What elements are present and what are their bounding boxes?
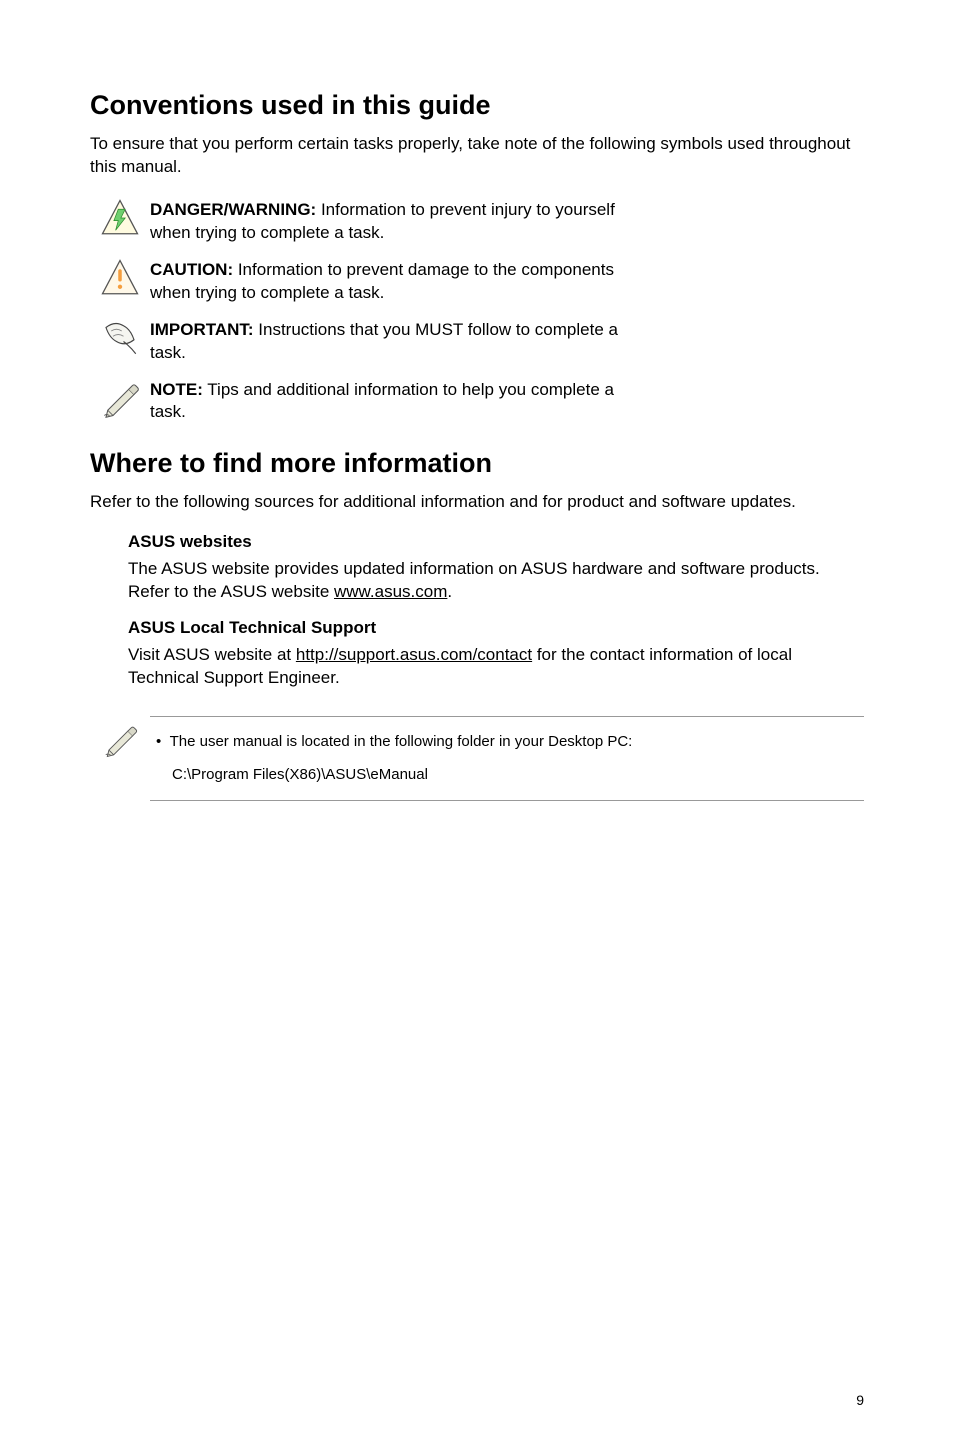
- danger-icon: [90, 197, 150, 239]
- note-desc: Tips and additional information to help …: [150, 380, 614, 422]
- asus-websites-heading: ASUS websites: [128, 532, 864, 552]
- page-number: 9: [856, 1392, 864, 1408]
- danger-text: DANGER/WARNING: Information to prevent i…: [150, 197, 650, 245]
- note-label: NOTE:: [150, 380, 203, 399]
- row-important: IMPORTANT: Instructions that you MUST fo…: [90, 317, 864, 365]
- important-label: IMPORTANT:: [150, 320, 254, 339]
- note-text: NOTE: Tips and additional information to…: [150, 377, 650, 425]
- caution-icon: [90, 257, 150, 299]
- asus-websites-text: The ASUS website provides updated inform…: [128, 558, 864, 604]
- asus-support-before: Visit ASUS website at: [128, 645, 296, 664]
- caution-text: CAUTION: Information to prevent damage t…: [150, 257, 650, 305]
- note-box-icon: [90, 716, 150, 758]
- important-text: IMPORTANT: Instructions that you MUST fo…: [150, 317, 650, 365]
- note-box: • The user manual is located in the foll…: [90, 716, 864, 801]
- asus-websites-before: The ASUS website provides updated inform…: [128, 559, 820, 601]
- important-icon: [90, 317, 150, 359]
- note-path: C:\Program Files(X86)\ASUS\eManual: [172, 764, 864, 787]
- caution-label: CAUTION:: [150, 260, 233, 279]
- danger-label: DANGER/WARNING:: [150, 200, 316, 219]
- row-danger: DANGER/WARNING: Information to prevent i…: [90, 197, 864, 245]
- note-bullet: • The user manual is located in the foll…: [156, 731, 864, 754]
- heading-where: Where to find more information: [90, 448, 864, 479]
- asus-websites-after: .: [447, 582, 452, 601]
- asus-support-text: Visit ASUS website at http://support.asu…: [128, 644, 864, 690]
- intro-conventions: To ensure that you perform certain tasks…: [90, 133, 864, 179]
- note-box-content: • The user manual is located in the foll…: [150, 716, 864, 801]
- asus-support-heading: ASUS Local Technical Support: [128, 618, 864, 638]
- asus-support-link[interactable]: http://support.asus.com/contact: [296, 645, 532, 664]
- row-note: NOTE: Tips and additional information to…: [90, 377, 864, 425]
- row-caution: CAUTION: Information to prevent damage t…: [90, 257, 864, 305]
- asus-websites-link[interactable]: www.asus.com: [334, 582, 447, 601]
- intro-where: Refer to the following sources for addit…: [90, 491, 864, 514]
- heading-conventions: Conventions used in this guide: [90, 90, 864, 121]
- note-bullet-text: The user manual is located in the follow…: [170, 733, 633, 750]
- note-icon: [90, 377, 150, 419]
